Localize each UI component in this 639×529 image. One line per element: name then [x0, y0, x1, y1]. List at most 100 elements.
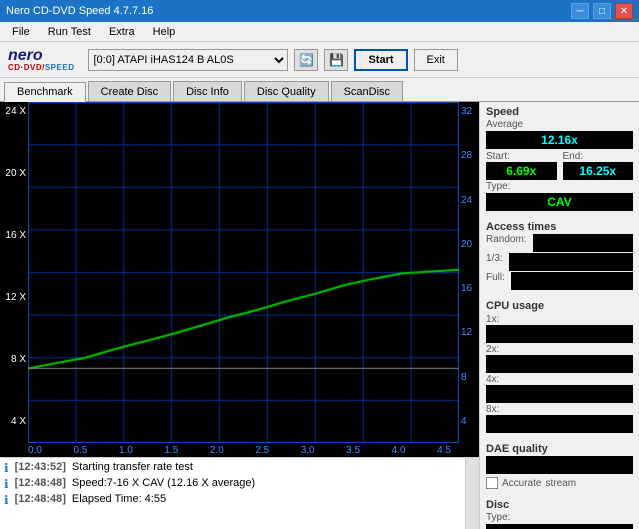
cpu-8x-row: 8x: — [486, 403, 633, 433]
maximize-button[interactable]: □ — [593, 3, 611, 19]
cpu-4x-value — [486, 385, 633, 403]
access-full-value — [511, 272, 633, 290]
access-row-full: Full: — [486, 272, 633, 290]
speed-end-value: 16.25x — [563, 162, 634, 180]
y-label-8: 8 X — [0, 354, 26, 365]
log-icon-2: ℹ — [4, 493, 9, 507]
speed-end-label: End: — [563, 151, 584, 162]
disc-type-value: DVD-R — [486, 524, 633, 529]
speed-start-label: Start: — [486, 151, 510, 162]
tab-disc-quality[interactable]: Disc Quality — [244, 81, 329, 101]
tab-disc-info[interactable]: Disc Info — [173, 81, 242, 101]
y-axis-right: 32 28 24 20 16 12 8 4 — [459, 102, 479, 443]
tab-scan-disc[interactable]: ScanDisc — [331, 81, 403, 101]
menu-help[interactable]: Help — [145, 24, 184, 40]
tab-create-disc[interactable]: Create Disc — [88, 81, 171, 101]
cpu-8x-label: 8x: — [486, 404, 499, 415]
log-row-0: ℹ [12:43:52] Starting transfer rate test — [4, 460, 461, 476]
y-label-16: 16 X — [0, 230, 26, 241]
refresh-icon[interactable]: 🔄 — [294, 49, 318, 71]
start-button[interactable]: Start — [354, 49, 407, 71]
minimize-button[interactable]: ─ — [571, 3, 589, 19]
x-2.0: 2.0 — [210, 445, 224, 457]
cpu-section: CPU usage 1x: 2x: 4x: — [486, 300, 633, 433]
titlebar-title: Nero CD-DVD Speed 4.7.7.16 — [6, 5, 153, 17]
access-header: Access times — [486, 221, 633, 233]
speed-type-value: CAV — [486, 193, 633, 211]
accurate-label: Accurate — [502, 478, 541, 489]
x-2.5: 2.5 — [255, 445, 269, 457]
access-random-value — [533, 234, 633, 252]
menu-runtest[interactable]: Run Test — [40, 24, 99, 40]
speed-type-label: Type: — [486, 181, 633, 192]
menubar: File Run Test Extra Help — [0, 22, 639, 42]
y-label-24: 24 X — [0, 106, 26, 117]
dae-section: DAE quality Accurate stream — [486, 443, 633, 489]
log-icon-0: ℹ — [4, 461, 9, 475]
speed-start-col: Start: 6.69x — [486, 150, 557, 180]
log-text-2: Elapsed Time: 4:55 — [72, 493, 166, 507]
speed-average-value: 12.16x — [486, 131, 633, 149]
cpu-4x-label: 4x: — [486, 374, 499, 385]
access-row-third: 1/3: — [486, 253, 633, 271]
tab-benchmark[interactable]: Benchmark — [4, 82, 86, 102]
access-random-label: Random: — [486, 234, 527, 252]
cpu-1x-label: 1x: — [486, 314, 499, 325]
log-time-0: [12:43:52] — [15, 461, 66, 475]
log-time-1: [12:48:48] — [15, 477, 66, 491]
cpu-2x-row: 2x: — [486, 343, 633, 373]
cpu-1x-value — [486, 325, 633, 343]
y-label-20: 20 X — [0, 168, 26, 179]
y-label-12: 12 X — [0, 292, 26, 303]
x-0.5: 0.5 — [73, 445, 87, 457]
yr-24: 24 — [461, 195, 479, 206]
log-scrollbar[interactable] — [465, 458, 479, 529]
x-0.0: 0.0 — [28, 445, 42, 457]
y-axis-left: 24 X 20 X 16 X 12 X 8 X 4 X — [0, 102, 28, 443]
close-button[interactable]: ✕ — [615, 3, 633, 19]
access-third-label: 1/3: — [486, 253, 503, 271]
access-full-label: Full: — [486, 272, 505, 290]
titlebar-controls: ─ □ ✕ — [571, 3, 633, 19]
chart-canvas-wrapper — [28, 102, 459, 443]
yr-28: 28 — [461, 150, 479, 161]
accurate-stream-row: Accurate stream — [486, 477, 633, 489]
disc-type-label: Type: — [486, 512, 633, 523]
speed-header: Speed — [486, 106, 633, 118]
menu-file[interactable]: File — [4, 24, 38, 40]
right-panel: Speed Average 12.16x Start: 6.69x End: 1… — [479, 102, 639, 529]
toolbar: nero CD·DVD/SPEED [0:0] ATAPI iHAS124 B … — [0, 42, 639, 78]
speed-end-col: End: 16.25x — [563, 150, 634, 180]
log-area: ℹ [12:43:52] Starting transfer rate test… — [0, 457, 479, 529]
nero-logo-bottom: CD·DVD/SPEED — [8, 64, 74, 72]
menu-extra[interactable]: Extra — [101, 24, 143, 40]
main-content: 24 X 20 X 16 X 12 X 8 X 4 X 32 28 24 20 … — [0, 102, 639, 529]
yr-4: 4 — [461, 416, 479, 427]
stream-label: stream — [545, 478, 576, 489]
dae-value — [486, 456, 633, 474]
cpu-4x-row: 4x: — [486, 373, 633, 403]
log-row-1: ℹ [12:48:48] Speed:7-16 X CAV (12.16 X a… — [4, 476, 461, 492]
log-time-2: [12:48:48] — [15, 493, 66, 507]
save-icon[interactable]: 💾 — [324, 49, 348, 71]
log-content: ℹ [12:43:52] Starting transfer rate test… — [0, 458, 465, 529]
speed-section: Speed Average 12.16x Start: 6.69x End: 1… — [486, 106, 633, 211]
x-1.0: 1.0 — [119, 445, 133, 457]
log-row-2: ℹ [12:48:48] Elapsed Time: 4:55 — [4, 492, 461, 508]
chart-canvas — [28, 102, 459, 443]
nero-logo: nero CD·DVD/SPEED — [8, 48, 74, 72]
x-1.5: 1.5 — [164, 445, 178, 457]
speed-start-end: Start: 6.69x End: 16.25x — [486, 150, 633, 180]
yr-12: 12 — [461, 327, 479, 338]
cpu-1x-row: 1x: — [486, 313, 633, 343]
accurate-stream-checkbox[interactable] — [486, 477, 498, 489]
exit-button[interactable]: Exit — [414, 49, 458, 71]
log-icon-1: ℹ — [4, 477, 9, 491]
cpu-8x-value — [486, 415, 633, 433]
cpu-rows: 1x: 2x: 4x: 8x: — [486, 313, 633, 433]
cpu-header: CPU usage — [486, 300, 633, 312]
cpu-2x-value — [486, 355, 633, 373]
drive-select[interactable]: [0:0] ATAPI iHAS124 B AL0S — [88, 49, 288, 71]
tabs: Benchmark Create Disc Disc Info Disc Qua… — [0, 78, 639, 102]
disc-header: Disc — [486, 499, 633, 511]
